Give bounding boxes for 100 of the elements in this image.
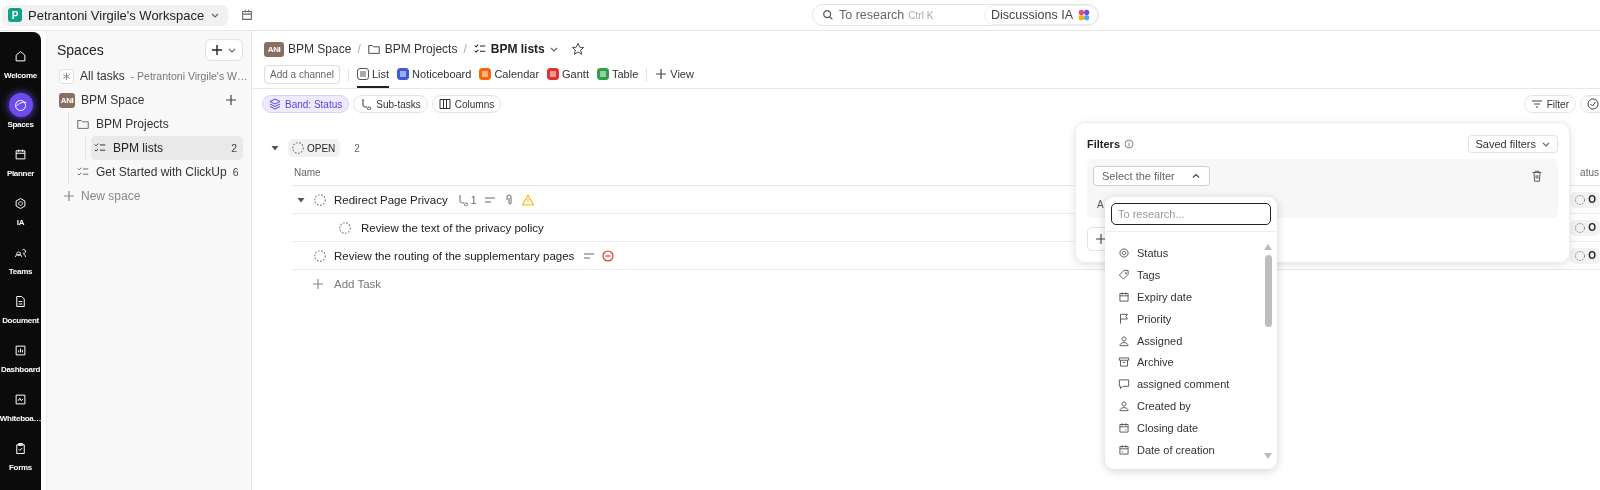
filter-option[interactable]: Expiry date bbox=[1117, 285, 1263, 308]
rail-icon bbox=[13, 48, 28, 64]
workspace-name: Petrantoni Virgile's Workspace bbox=[28, 7, 205, 23]
info-icon bbox=[1124, 139, 1134, 149]
status-circle-icon bbox=[291, 141, 305, 155]
plus-icon bbox=[312, 277, 324, 290]
rail-item[interactable]: IA bbox=[0, 191, 41, 240]
filter-select[interactable]: Select the filter bbox=[1093, 166, 1210, 186]
rail-item[interactable]: Whiteboa… bbox=[0, 387, 41, 436]
status-chip[interactable]: O bbox=[1570, 247, 1600, 264]
status-chip[interactable]: O bbox=[1570, 191, 1600, 208]
sidebar-item[interactable]: BPM Projects bbox=[74, 112, 243, 136]
chip-icon bbox=[360, 98, 373, 110]
status-circle-icon[interactable] bbox=[313, 248, 327, 263]
create-button[interactable] bbox=[205, 39, 243, 61]
filter-option[interactable]: Assigned bbox=[1117, 329, 1263, 352]
status-circle-icon bbox=[1574, 221, 1587, 234]
column-header: atus bbox=[1580, 166, 1599, 178]
view-tab[interactable]: Calendar bbox=[479, 61, 540, 88]
rail-icon bbox=[13, 391, 28, 407]
rail-icon bbox=[13, 195, 28, 211]
shortcut-hint: Ctrl K bbox=[908, 9, 934, 21]
plus-icon bbox=[211, 44, 223, 56]
saved-filters-button[interactable]: Saved filters bbox=[1468, 135, 1558, 153]
field-icon bbox=[1117, 289, 1131, 304]
chip-icon bbox=[438, 98, 451, 110]
rail-icon bbox=[13, 293, 28, 309]
plus-icon bbox=[63, 190, 75, 202]
task-name[interactable]: Redirect Page Privacy bbox=[334, 193, 448, 206]
rail-item[interactable]: Forms bbox=[0, 436, 41, 485]
sidebar-title: Spaces bbox=[57, 42, 104, 58]
field-icon bbox=[1117, 245, 1131, 260]
field-icon bbox=[1117, 267, 1131, 282]
asterisk-icon bbox=[59, 68, 74, 84]
column-header: Name bbox=[294, 166, 321, 178]
view-tab[interactable]: Table bbox=[596, 61, 639, 88]
folder-icon bbox=[366, 42, 381, 56]
status-circle-icon[interactable] bbox=[313, 192, 327, 207]
panel-title: Filters bbox=[1087, 138, 1120, 150]
breadcrumb-separator: / bbox=[463, 42, 467, 56]
rail-item[interactable]: Document bbox=[0, 289, 41, 338]
add-channel-button[interactable]: Add a channel bbox=[264, 65, 340, 84]
view-tab[interactable]: Gantt bbox=[547, 61, 589, 88]
filter-option[interactable]: Status bbox=[1117, 242, 1263, 264]
rail-icon bbox=[13, 97, 28, 113]
filter-option[interactable]: Priority bbox=[1117, 307, 1263, 330]
rail-item[interactable]: Spaces bbox=[0, 93, 41, 142]
field-icon bbox=[1117, 421, 1131, 436]
checklist-icon bbox=[93, 141, 107, 155]
group-count: 2 bbox=[354, 142, 360, 154]
status-circle-icon bbox=[1574, 193, 1587, 206]
breadcrumb-separator: / bbox=[357, 42, 361, 56]
scroll-thumb[interactable] bbox=[1264, 255, 1272, 327]
search-field[interactable]: To research... bbox=[1111, 203, 1271, 225]
plus-icon[interactable] bbox=[225, 94, 237, 106]
filter-option[interactable]: Tags bbox=[1117, 263, 1263, 286]
plus-icon bbox=[1095, 233, 1107, 245]
sidebar-item[interactable]: Get Started with ClickUp 6 bbox=[74, 160, 243, 184]
filter-label: A bbox=[1097, 199, 1104, 210]
view-tab[interactable]: Noticeboard bbox=[397, 61, 472, 88]
task-name[interactable]: Review the routing of the supplementary pages bbox=[334, 249, 575, 262]
caret-icon[interactable] bbox=[270, 143, 280, 153]
scroll-down-icon bbox=[1263, 451, 1273, 461]
field-icon bbox=[1117, 377, 1131, 392]
scrollbar[interactable] bbox=[1263, 242, 1273, 461]
add-view-button[interactable]: View bbox=[655, 61, 694, 88]
sidebar-item[interactable]: BPM lists 2 bbox=[91, 136, 243, 160]
scroll-up-icon bbox=[1263, 242, 1273, 252]
breadcrumb-item[interactable]: ANI BPM Space bbox=[264, 41, 352, 57]
rail-item[interactable]: Planner bbox=[0, 142, 41, 191]
breadcrumb-item[interactable]: BPM Projects bbox=[366, 42, 458, 56]
space-item[interactable]: ANI BPM Space bbox=[57, 88, 243, 112]
filter-option[interactable]: Closing date bbox=[1117, 417, 1263, 439]
status-chip[interactable]: O bbox=[1570, 219, 1600, 236]
status-pill[interactable]: OPEN bbox=[288, 139, 341, 157]
chip-icon bbox=[269, 98, 281, 110]
field-icon bbox=[1117, 311, 1131, 326]
status-circle-icon[interactable] bbox=[338, 220, 352, 235]
view-tab[interactable]: List bbox=[356, 61, 390, 88]
filter-option[interactable]: Created by bbox=[1117, 395, 1263, 418]
filter-option[interactable]: Archive bbox=[1117, 351, 1263, 374]
plus-icon bbox=[655, 67, 668, 80]
rail-item[interactable]: Teams bbox=[0, 240, 41, 289]
add-task-button[interactable]: Add Task bbox=[312, 277, 382, 290]
star-icon[interactable] bbox=[570, 42, 585, 56]
toolbar-chip[interactable]: Band: Status bbox=[262, 95, 350, 113]
trash-icon[interactable] bbox=[1530, 169, 1544, 183]
calendar-icon[interactable] bbox=[240, 8, 255, 22]
space-avatar: ANI bbox=[264, 41, 284, 57]
filter-option[interactable]: Date of creation bbox=[1117, 439, 1263, 461]
field-icon bbox=[1117, 399, 1131, 414]
status-circle-icon bbox=[1574, 249, 1587, 262]
breadcrumb-item[interactable]: BPM lists bbox=[472, 42, 559, 56]
task-name[interactable]: Review the text of the privacy policy bbox=[361, 221, 544, 234]
rail-item[interactable]: Dashboard bbox=[0, 338, 41, 387]
check-circle-icon bbox=[1587, 98, 1599, 110]
filter-option[interactable]: assigned comment bbox=[1117, 373, 1263, 396]
rail-item[interactable]: Welcome bbox=[0, 44, 41, 93]
search-icon bbox=[821, 8, 835, 22]
workspace-switcher[interactable]: P Petrantoni Virgile's Workspace bbox=[2, 4, 229, 26]
